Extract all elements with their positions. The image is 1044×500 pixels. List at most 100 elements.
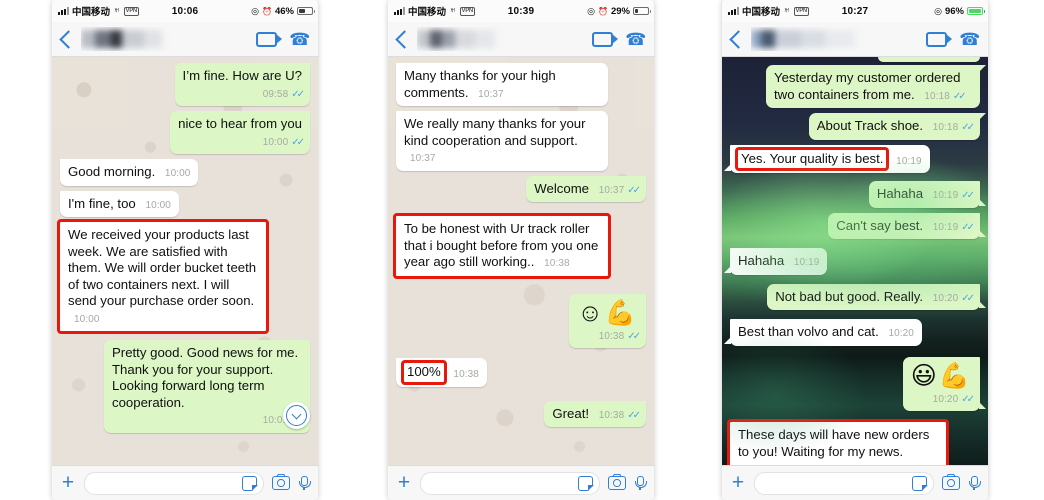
message-row[interactable]: Yes. Your quality is best. 10:19 — [724, 144, 980, 173]
message-input[interactable] — [91, 473, 242, 493]
message-meta: 10:37 — [410, 151, 436, 168]
camera-icon[interactable] — [942, 473, 960, 490]
message-text: Good morning. — [68, 164, 156, 179]
message-bubble-outgoing-clipped[interactable]: 10:18 ✓✓ — [878, 57, 980, 62]
message-row[interactable]: Not bad but good. Really. 10:20 ✓✓ — [730, 283, 986, 310]
message-bubble-outgoing[interactable]: Yesterday my customer ordered two contai… — [766, 65, 986, 108]
back-chevron-icon[interactable] — [59, 29, 78, 49]
bubble-tail — [724, 336, 731, 344]
phone-handset-icon[interactable]: ☎ — [959, 30, 980, 49]
message-row[interactable]: We really many thanks for your kind coop… — [396, 111, 646, 171]
message-bubble-incoming-highlighted[interactable]: These days will have new orders to you! … — [727, 419, 949, 467]
message-input[interactable] — [427, 473, 578, 493]
status-bar-right: ◎ ⏰ 29% — [587, 6, 651, 17]
video-camera-icon[interactable] — [255, 31, 282, 47]
message-bubble-incoming[interactable]: Best than volvo and cat. 10:20 — [724, 319, 922, 346]
message-bubble-incoming-highlighted[interactable]: To be honest with Ur track roller that i… — [393, 213, 611, 279]
message-row[interactable]: Hahaha 10:19 ✓✓ — [730, 181, 986, 208]
message-row[interactable]: Good morning. 10:00 — [60, 159, 310, 186]
message-row[interactable]: ☺💪 10:38 ✓✓ — [396, 293, 646, 348]
contact-name-blurred[interactable] — [81, 27, 250, 51]
bubble-tail — [724, 265, 731, 273]
microphone-icon[interactable] — [634, 475, 647, 491]
message-bubble-incoming-highlighted[interactable]: Yes. Your quality is best. 10:19 — [724, 144, 930, 173]
message-row[interactable]: 😃💪 10:20 ✓✓ — [730, 356, 986, 411]
read-receipt-ticks: ✓✓ — [627, 330, 641, 342]
microphone-icon[interactable] — [968, 475, 981, 491]
message-row[interactable]: I’m fine. How are U? 09:58 ✓✓ — [60, 63, 310, 106]
message-time: 10:19 — [932, 221, 959, 233]
plus-icon[interactable]: + — [730, 472, 746, 493]
back-chevron-icon[interactable] — [395, 29, 414, 49]
bubble-tail — [979, 230, 986, 237]
plus-icon[interactable]: + — [396, 472, 412, 493]
sticker-icon[interactable] — [912, 475, 928, 492]
microphone-icon[interactable] — [298, 475, 311, 491]
plus-icon[interactable]: + — [60, 472, 76, 493]
message-row[interactable]: Can't say best. 10:19 ✓✓ — [730, 212, 986, 239]
message-bubble-outgoing-emoji[interactable]: ☺💪 10:38 ✓✓ — [569, 293, 646, 348]
message-meta: 10:20 ✓✓ — [933, 392, 975, 409]
message-row[interactable]: These days will have new orders to you! … — [727, 419, 980, 467]
message-row-clipped[interactable]: 10:18 ✓✓ — [730, 57, 980, 62]
message-time: 10:19 — [932, 190, 959, 201]
video-camera-icon[interactable] — [591, 31, 618, 47]
message-row[interactable]: To be honest with Ur track roller that i… — [393, 213, 646, 279]
contact-name-blurred[interactable] — [417, 27, 586, 51]
message-row[interactable]: I'm fine, too 10:00 — [60, 190, 310, 217]
message-row[interactable]: Many thanks for your high comments. 10:3… — [396, 63, 646, 106]
message-bubble-incoming[interactable]: Many thanks for your high comments. 10:3… — [396, 63, 608, 106]
message-meta: 10:20 — [888, 326, 914, 343]
message-row[interactable]: 100% 10:38 — [396, 358, 646, 387]
message-row[interactable]: Hahaha 10:19 — [724, 248, 980, 275]
message-row[interactable]: We received your products last week. We … — [57, 219, 310, 334]
message-text: Not bad but good. Really. — [775, 288, 924, 304]
message-bubble-outgoing[interactable]: Hahaha 10:19 ✓✓ — [868, 181, 986, 208]
message-bubble-incoming[interactable]: Hahaha 10:19 — [724, 248, 828, 275]
message-text: Hahaha — [738, 253, 785, 268]
message-bubble-incoming[interactable]: Good morning. 10:00 — [60, 159, 199, 186]
message-meta: 10:38 ✓✓ — [599, 329, 641, 346]
scroll-to-bottom-button[interactable] — [283, 402, 310, 429]
message-row[interactable]: Pretty good. Good news for me. Thank you… — [60, 340, 310, 433]
message-bubble-incoming[interactable]: We really many thanks for your kind coop… — [396, 111, 608, 171]
phone-handset-icon[interactable]: ☎ — [625, 30, 646, 49]
message-bubble-outgoing[interactable]: Welcome 10:37 ✓✓ — [526, 175, 646, 202]
phone-screenshot-1: 中国移动 ♅ VPN 10:06 ◎ ⏰ 46% ☎ I’m fine. How… — [52, 0, 318, 500]
chat-thread-3[interactable]: 10:18 ✓✓ Yesterday my customer ordered t… — [722, 57, 988, 467]
read-receipt-ticks: ✓✓ — [963, 57, 977, 62]
message-row[interactable]: nice to hear from you 10:00 ✓✓ — [60, 111, 310, 154]
message-bubble-outgoing[interactable]: I’m fine. How are U? 09:58 ✓✓ — [174, 63, 310, 106]
sticker-icon[interactable] — [578, 475, 594, 492]
chat-thread-1[interactable]: I’m fine. How are U? 09:58 ✓✓ nice to he… — [52, 57, 318, 467]
message-bubble-outgoing[interactable]: Not bad but good. Really. 10:20 ✓✓ — [767, 283, 986, 310]
message-input-field[interactable] — [420, 471, 600, 495]
message-bubble-outgoing[interactable]: About Track shoe. 10:18 ✓✓ — [808, 113, 986, 140]
message-input-field[interactable] — [754, 471, 934, 495]
sticker-icon[interactable] — [242, 475, 258, 492]
message-input-bar: + — [388, 465, 654, 500]
message-bubble-outgoing[interactable]: Great! 10:38 ✓✓ — [544, 400, 646, 427]
chat-thread-2[interactable]: Many thanks for your high comments. 10:3… — [388, 57, 654, 467]
message-bubble-outgoing[interactable]: nice to hear from you 10:00 ✓✓ — [170, 111, 310, 154]
message-row[interactable]: Great! 10:38 ✓✓ — [396, 400, 646, 427]
back-chevron-icon[interactable] — [729, 29, 748, 49]
message-bubble-outgoing-emoji[interactable]: 😃💪 10:20 ✓✓ — [902, 356, 986, 411]
message-bubble-incoming[interactable]: I'm fine, too 10:00 — [60, 190, 179, 217]
message-row[interactable]: Best than volvo and cat. 10:20 — [724, 319, 980, 346]
message-bubble-incoming[interactable]: 100% 10:38 — [396, 358, 487, 387]
phone-handset-icon[interactable]: ☎ — [289, 30, 310, 49]
message-row[interactable]: About Track shoe. 10:18 ✓✓ — [730, 113, 986, 140]
camera-icon[interactable] — [272, 473, 290, 490]
contact-name-blurred[interactable] — [751, 27, 920, 51]
message-bubble-outgoing[interactable]: Can't say best. 10:19 ✓✓ — [828, 212, 986, 239]
message-row[interactable]: Yesterday my customer ordered two contai… — [730, 65, 986, 108]
message-time: 10:00 — [262, 136, 289, 148]
message-bubble-outgoing[interactable]: Pretty good. Good news for me. Thank you… — [104, 340, 310, 433]
message-input[interactable] — [761, 473, 912, 493]
camera-icon[interactable] — [608, 473, 626, 490]
message-bubble-incoming-highlighted[interactable]: We received your products last week. We … — [57, 219, 269, 334]
video-camera-icon[interactable] — [925, 31, 952, 47]
message-row[interactable]: Welcome 10:37 ✓✓ — [396, 175, 646, 202]
message-input-field[interactable] — [84, 471, 264, 495]
